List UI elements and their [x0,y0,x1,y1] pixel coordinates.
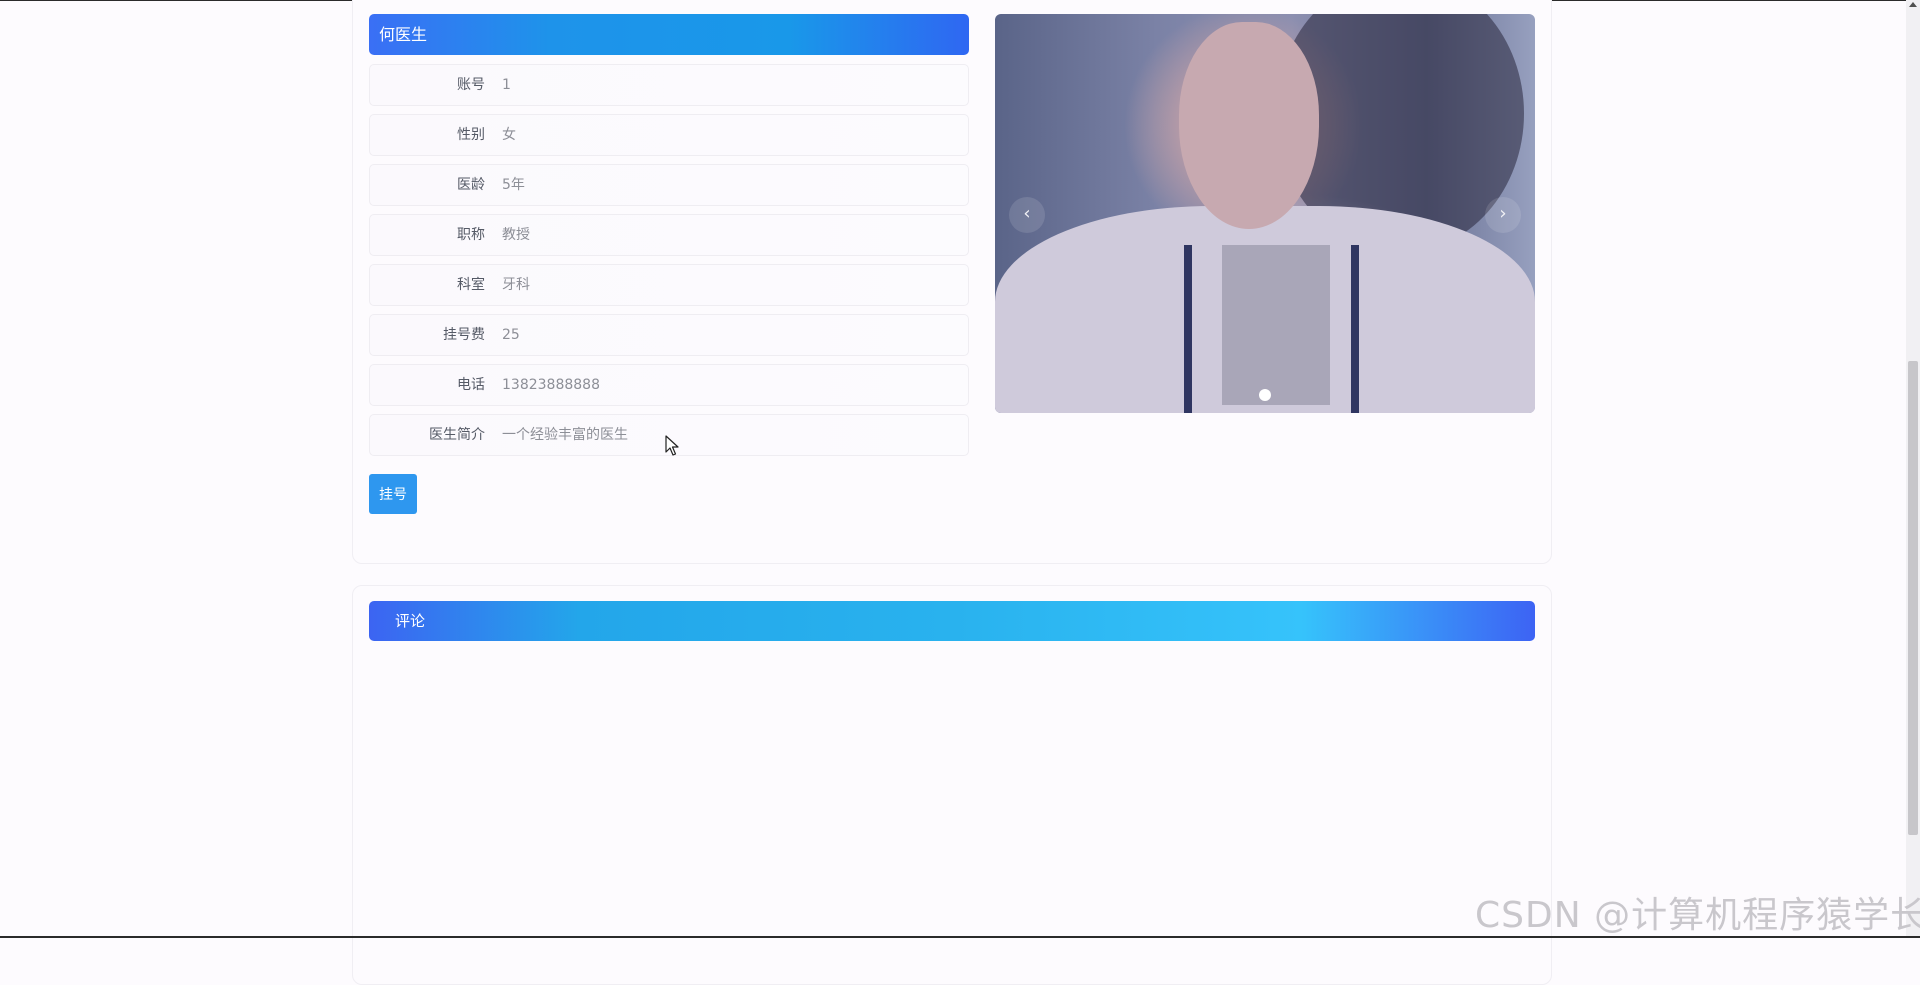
photo-tshirt [1221,245,1330,405]
field-value: 5年 [502,177,525,193]
scroll-up-arrow-icon[interactable] [1909,2,1917,7]
field-value: 牙科 [502,277,530,293]
field-value: 13823888888 [502,377,600,393]
field-label: 挂号费 [443,327,485,343]
scrollbar-thumb[interactable] [1908,361,1918,835]
carousel-next-button[interactable]: › [1485,197,1521,233]
photo-lanyard-right [1351,245,1360,413]
field-label: 职称 [457,227,485,243]
field-label: 医生简介 [429,427,485,443]
doctor-name: 何医生 [379,25,428,44]
comments-card [352,585,1552,985]
field-label: 科室 [457,277,485,293]
watermark-text: CSDN @计算机程序猿学长 [1475,895,1920,936]
field-row-experience: 医龄 5年 [369,164,969,206]
field-label: 医龄 [457,177,485,193]
field-row-account: 账号 1 [369,64,969,106]
field-value: 女 [502,127,516,143]
doctor-name-header: 何医生 [369,14,969,55]
carousel-prev-button[interactable]: ‹ [1009,197,1045,233]
field-value: 25 [502,327,520,343]
field-label: 性别 [457,127,485,143]
photo-face [1178,21,1319,230]
field-value: 一个经验丰富的医生 [502,427,628,443]
doctor-photo-carousel[interactable]: ‹ › [995,14,1535,413]
photo-lanyard-left [1184,245,1192,413]
field-label: 电话 [457,377,485,393]
field-row-fee: 挂号费 25 [369,314,969,356]
comments-header: 评论 [369,601,1535,641]
carousel-indicator-dot[interactable] [1259,389,1271,401]
field-value: 1 [502,77,511,93]
mouse-cursor-icon [665,435,679,456]
field-row-department: 科室 牙科 [369,264,969,306]
chevron-left-icon: ‹ [1023,203,1031,224]
field-value: 教授 [502,227,530,243]
comments-title: 评论 [395,612,426,630]
field-row-phone: 电话 13823888888 [369,364,969,406]
field-row-title: 职称 教授 [369,214,969,256]
chevron-right-icon: › [1499,203,1507,224]
field-row-gender: 性别 女 [369,114,969,156]
field-label: 账号 [457,77,485,93]
register-button[interactable]: 挂号 [369,474,417,514]
